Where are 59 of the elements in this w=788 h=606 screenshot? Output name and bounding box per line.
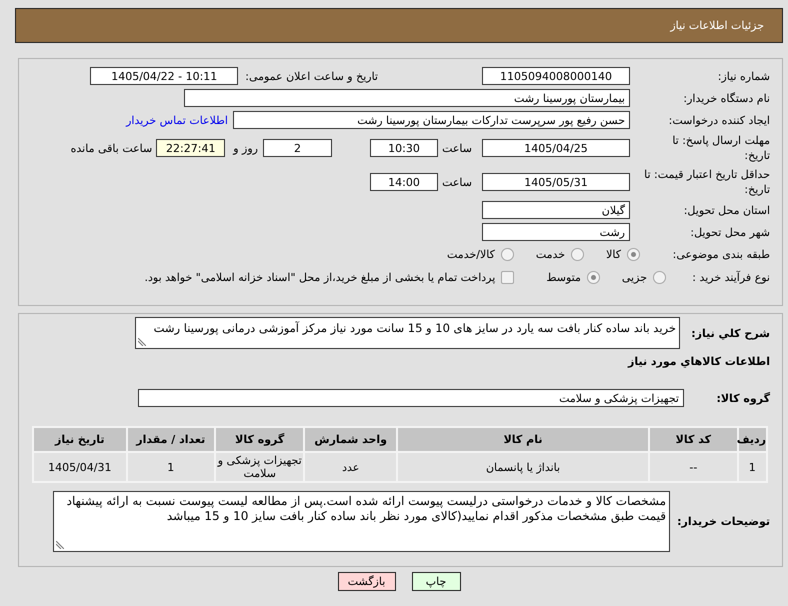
time-label: ساعت [441,142,472,154]
field-label: طبقه بندی موضوعی: [672,248,770,260]
section-heading: اطلاعات کالاهاي مورد نیاز [628,354,770,370]
option-label: متوسط [546,270,581,284]
announcement-date-field[interactable]: 1405/04/22 - 10:11 [90,67,238,85]
remaining-label: ساعت باقی مانده [70,142,152,154]
back-button[interactable]: بازگشت [338,572,396,591]
page-title: جزئیات اطلاعات نیاز [670,19,764,32]
requester-field[interactable]: حسن رفیع پور سرپرست تدارکات بیمارستان پورسینا رشت [233,111,630,129]
option-label: کالا/خدمت [447,248,495,260]
deadline-time-field[interactable]: 10:30 [370,139,438,157]
field-label: شهر محل تحویل: [689,226,770,238]
resize-grip-icon[interactable] [138,338,146,346]
table-header-cell: تعداد / مقدار [128,428,214,451]
validity-time-field[interactable]: 14:00 [370,173,438,191]
table-cell: 1 [738,453,766,481]
field-label: مهلت ارسال پاسخ: تا تاریخ: [671,133,770,163]
table-header-cell: تاریخ نیاز [34,428,126,451]
table-cell: -- [650,453,737,481]
option-label: خدمت [536,248,566,260]
checkbox-label: پرداخت تمام یا بخشی از مبلغ خرید،از محل "اسناد خزانه اسلامی" خواهد بود. [144,270,496,284]
field-label: نام دستگاه خریدار: [682,92,770,104]
table-header-cell: کد کالا [650,428,737,451]
table-cell: 1 [128,453,214,481]
province-field[interactable]: گیلان [482,201,630,219]
resize-grip-icon[interactable] [56,541,64,549]
table-header-cell: نام کالا [398,428,648,451]
field-label: حداقل تاریخ اعتبار قیمت: تا تاریخ: [643,167,770,197]
field-label: شماره نیاز: [716,70,770,82]
contact-info-link[interactable]: اطلاعات تماس خریدار [126,114,228,126]
table-header-cell: گروه کالا [216,428,304,451]
field-label: نوع فرآیند خرید : [691,270,770,284]
table-cell: عدد [305,453,396,481]
option-label: جزیی [622,270,647,284]
table-cell: 1405/04/31 [34,453,126,481]
field-label: توضیحات خریدار: [677,515,770,528]
field-label: ایجاد کننده درخواست: [668,114,770,126]
table-cell: بانداژ یا پانسمان [398,453,648,481]
need-number-field[interactable]: 1105094008000140 [482,67,630,85]
table-header-cell: واحد شمارش [305,428,396,451]
days-field[interactable]: 2 [263,139,332,157]
deadline-date-field[interactable]: 1405/04/25 [482,139,630,157]
table-cell: تجهیزات پزشکی و سلامت [216,453,304,481]
field-label: شرح کلي نیاز: [690,326,770,340]
buyer-notes-field[interactable]: مشخصات کالا و خدمات درخواستی درلیست پیوست ارائه شده است.پس از مطالعه لیست پیوست نسبت به ارائه پیشنهاد قیمت طبق مشخصات مذکور اقدام نمایید(کالای مورد نظر باند ساده کنار بافت سایز 10 و 15 میباشد [53,491,670,552]
field-label: گروه کالا: [715,392,770,404]
print-button[interactable]: چاپ [412,572,460,591]
field-label: استان محل تحویل: [682,204,770,216]
buyer-org-field[interactable]: بیمارستان پورسینا رشت [184,89,630,107]
table-header-cell: ردیف [738,428,766,451]
days-label: روز و [233,142,258,154]
remaining-time-field[interactable]: 22:27:41 [156,139,226,157]
validity-date-field[interactable]: 1405/05/31 [482,173,630,191]
description-field[interactable]: خرید باند ساده کنار بافت سه یارد در سایز های 10 و 15 سانت مورد نیاز مرکز آموزشی درمانی پورسینا رشت [135,317,680,349]
city-field[interactable]: رشت [482,223,630,241]
time-label: ساعت [441,176,472,188]
option-label: کالا [606,248,621,260]
goods-group-field[interactable]: تجهیزات پزشکی و سلامت [138,389,684,407]
field-label: تاریخ و ساعت اعلان عمومی: [245,70,378,82]
